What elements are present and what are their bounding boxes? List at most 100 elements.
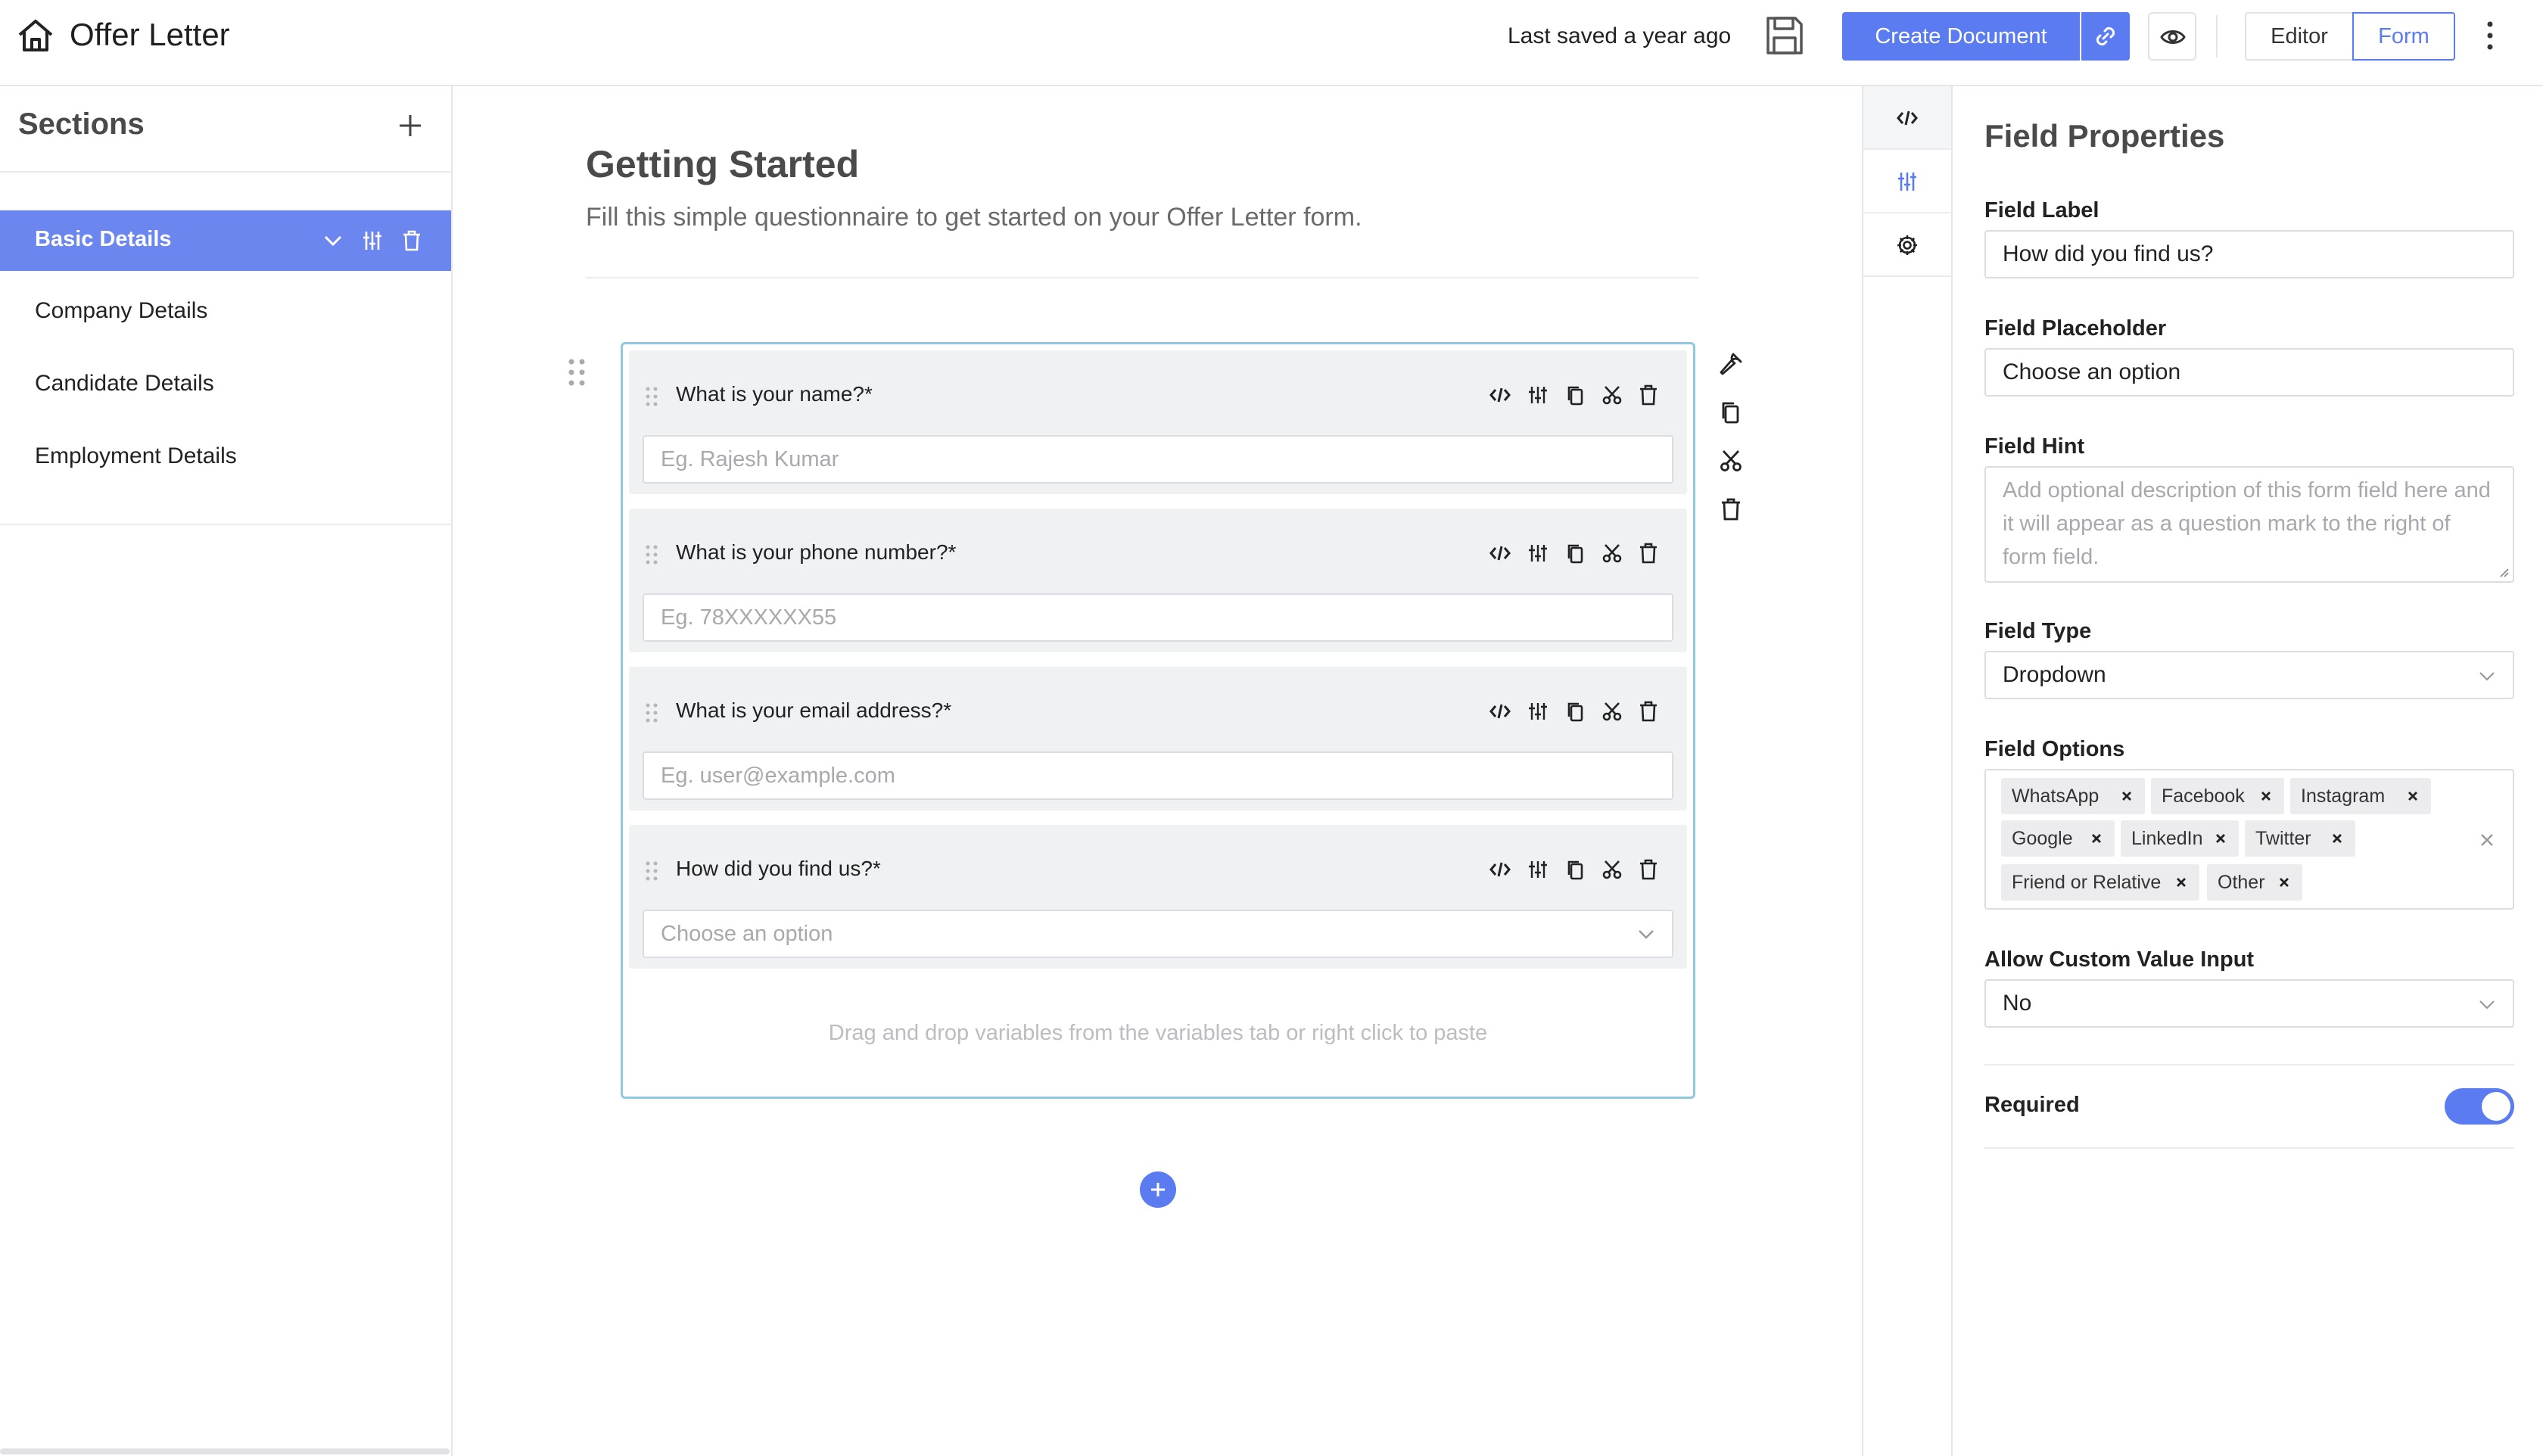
more-options-icon[interactable]: [2482, 17, 2498, 54]
sliders-icon[interactable]: [1527, 384, 1549, 406]
close-icon[interactable]: [2174, 875, 2189, 890]
close-icon[interactable]: [2330, 831, 2345, 846]
field-placeholder-input[interactable]: Choose an option: [1984, 348, 2514, 397]
add-block-button[interactable]: [1140, 1171, 1176, 1208]
sidebar-scrollbar[interactable]: [0, 1448, 450, 1454]
option-tag[interactable]: Instagram: [2290, 778, 2431, 814]
drag-handle-icon[interactable]: [644, 543, 659, 566]
drag-handle-icon[interactable]: [644, 860, 659, 882]
eye-icon: [2160, 30, 2186, 44]
scissors-icon[interactable]: [1718, 448, 1744, 474]
close-icon[interactable]: [2258, 789, 2274, 804]
required-toggle[interactable]: [2445, 1088, 2514, 1125]
option-tag-label: Instagram: [2301, 786, 2386, 807]
field-options-input[interactable]: WhatsApp Facebook Instagram Google Linke…: [1984, 769, 2514, 910]
save-icon[interactable]: [1765, 15, 1804, 56]
form-field[interactable]: What is your name?* Eg. Rajesh Kumar: [629, 350, 1687, 494]
option-tag[interactable]: LinkedIn: [2121, 820, 2239, 857]
field-toolbar: [1489, 382, 1670, 409]
field-label-title: Field Label: [1984, 198, 2099, 222]
field-properties-tab[interactable]: [1863, 150, 1951, 213]
email-input[interactable]: Eg. user@example.com: [643, 751, 1673, 800]
sliders-icon[interactable]: [1527, 700, 1549, 723]
resize-handle-icon[interactable]: [2498, 566, 2510, 578]
code-icon[interactable]: [1489, 858, 1511, 881]
option-tag[interactable]: Facebook: [2151, 778, 2284, 814]
trash-icon[interactable]: [1718, 496, 1744, 522]
last-saved-status: Last saved a year ago: [1508, 23, 1732, 48]
field-label-input[interactable]: How did you find us?: [1984, 230, 2514, 278]
option-tag[interactable]: WhatsApp: [2001, 778, 2145, 814]
form-field[interactable]: What is your email address?* Eg. user@ex…: [629, 667, 1687, 810]
section-title[interactable]: Getting Started: [586, 142, 859, 186]
option-tag-label: Other: [2218, 872, 2265, 893]
copy-icon[interactable]: [1718, 400, 1744, 425]
sliders-icon[interactable]: [1527, 858, 1549, 881]
clear-all-icon[interactable]: [2478, 831, 2496, 849]
close-icon[interactable]: [2119, 789, 2134, 804]
share-link-button[interactable]: [2081, 12, 2130, 61]
home-icon[interactable]: [17, 18, 54, 53]
variables-tab[interactable]: [1863, 86, 1951, 150]
trash-icon[interactable]: [1637, 858, 1660, 881]
create-document-button[interactable]: Create Document: [1842, 12, 2080, 61]
required-title: Required: [1984, 1093, 2080, 1117]
drag-handle-icon[interactable]: [644, 702, 659, 724]
phone-input[interactable]: Eg. 78XXXXXX55: [643, 593, 1673, 642]
form-mode-tab[interactable]: Form: [2352, 12, 2455, 61]
sidebar-item-candidate-details[interactable]: Candidate Details: [35, 371, 214, 397]
drag-handle-icon[interactable]: [566, 356, 587, 389]
sidebar-item-company-details[interactable]: Company Details: [35, 298, 207, 324]
field-label: What is your phone number?*: [676, 540, 957, 564]
custom-input-title: Allow Custom Value Input: [1984, 947, 2255, 972]
document-title[interactable]: Offer Letter: [70, 15, 230, 54]
close-icon[interactable]: [2405, 789, 2420, 804]
sliders-icon[interactable]: [1527, 542, 1549, 565]
editor-mode-tab[interactable]: Editor: [2245, 12, 2354, 61]
code-icon[interactable]: [1489, 542, 1511, 565]
option-tag[interactable]: Friend or Relative: [2001, 864, 2199, 901]
field-options-title: Field Options: [1984, 737, 2125, 761]
sliders-icon[interactable]: [360, 229, 384, 253]
option-tag[interactable]: Other: [2207, 864, 2302, 901]
form-field[interactable]: What is your phone number?* Eg. 78XXXXXX…: [629, 509, 1687, 652]
drag-handle-icon[interactable]: [644, 385, 659, 408]
scissors-icon[interactable]: [1601, 858, 1623, 881]
chevron-down-icon[interactable]: [321, 229, 345, 253]
section-subtitle[interactable]: Fill this simple questionnaire to get st…: [586, 203, 1362, 232]
preview-button[interactable]: [2148, 12, 2196, 61]
wrench-icon[interactable]: [1718, 351, 1744, 377]
source-dropdown[interactable]: Choose an option: [643, 910, 1673, 958]
scissors-icon[interactable]: [1601, 542, 1623, 565]
add-section-icon[interactable]: [397, 112, 424, 139]
option-tag[interactable]: Twitter: [2245, 820, 2355, 857]
close-icon[interactable]: [2277, 875, 2292, 890]
field-toolbar: [1489, 698, 1670, 726]
close-icon[interactable]: [2089, 831, 2104, 846]
sidebar-item-employment-details[interactable]: Employment Details: [35, 443, 237, 469]
settings-tab[interactable]: [1863, 213, 1951, 277]
copy-icon[interactable]: [1564, 858, 1587, 881]
scissors-icon[interactable]: [1601, 700, 1623, 723]
gear-icon: [1897, 235, 1917, 255]
sidebar-item-basic-details[interactable]: Basic Details: [0, 210, 451, 271]
custom-input-select[interactable]: No: [1984, 979, 2514, 1028]
field-type-select[interactable]: Dropdown: [1984, 651, 2514, 699]
form-field[interactable]: How did you find us?* Choose an option: [629, 825, 1687, 969]
form-block[interactable]: What is your name?* Eg. Rajesh Kumar Wha…: [621, 342, 1695, 1099]
trash-icon[interactable]: [400, 229, 424, 253]
copy-icon[interactable]: [1564, 542, 1587, 565]
trash-icon[interactable]: [1637, 700, 1660, 723]
field-hint-textarea[interactable]: Add optional description of this form fi…: [1984, 466, 2514, 583]
code-icon[interactable]: [1489, 700, 1511, 723]
copy-icon[interactable]: [1564, 700, 1587, 723]
name-input[interactable]: Eg. Rajesh Kumar: [643, 435, 1673, 484]
trash-icon[interactable]: [1637, 384, 1660, 406]
copy-icon[interactable]: [1564, 384, 1587, 406]
form-canvas: Getting Started Fill this simple questio…: [454, 86, 1862, 1456]
option-tag[interactable]: Google: [2001, 820, 2115, 857]
trash-icon[interactable]: [1637, 542, 1660, 565]
close-icon[interactable]: [2213, 831, 2228, 846]
scissors-icon[interactable]: [1601, 384, 1623, 406]
code-icon[interactable]: [1489, 384, 1511, 406]
